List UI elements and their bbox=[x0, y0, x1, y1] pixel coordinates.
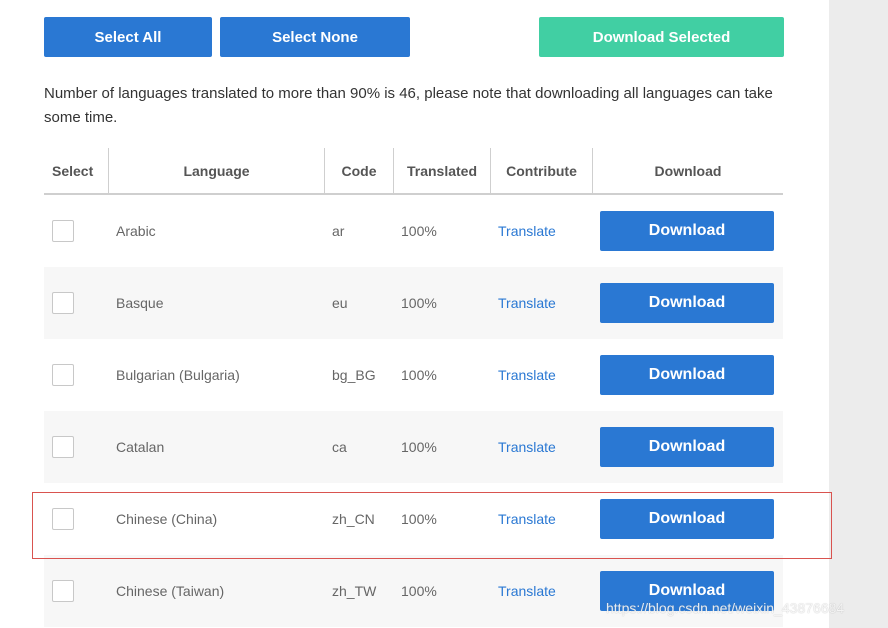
translate-link[interactable]: Translate bbox=[498, 583, 556, 599]
select-none-button[interactable]: Select None bbox=[220, 17, 410, 57]
row-select-checkbox[interactable] bbox=[52, 364, 74, 386]
translated-percent: 100% bbox=[401, 295, 437, 311]
languages-notice: Number of languages translated to more t… bbox=[44, 85, 773, 126]
language-name: Chinese (Taiwan) bbox=[116, 583, 225, 599]
table-row: Bulgarian (Bulgaria) bg_BG 100% Translat… bbox=[44, 339, 783, 411]
language-name: Basque bbox=[116, 295, 164, 311]
table-body: Arabic ar 100% Translate Download Basque… bbox=[44, 195, 783, 627]
language-code: eu bbox=[332, 295, 348, 311]
translate-link[interactable]: Translate bbox=[498, 295, 556, 311]
right-gutter bbox=[829, 0, 888, 628]
header-select: Select bbox=[52, 162, 94, 179]
translated-percent: 100% bbox=[401, 439, 437, 455]
table-header: Select Language Code Translated Contribu… bbox=[44, 148, 783, 195]
download-button[interactable]: Download bbox=[600, 427, 774, 467]
translated-percent: 100% bbox=[401, 367, 437, 383]
translated-percent: 100% bbox=[401, 511, 437, 527]
download-button[interactable]: Download bbox=[600, 211, 774, 251]
language-code: bg_BG bbox=[332, 367, 376, 383]
table-row: Chinese (China) zh_CN 100% Translate Dow… bbox=[44, 483, 783, 555]
language-name: Chinese (China) bbox=[116, 511, 218, 527]
download-button[interactable]: Download bbox=[600, 355, 774, 395]
header-contribute: Contribute bbox=[490, 148, 592, 193]
translated-percent: 100% bbox=[401, 583, 437, 599]
table-row: Arabic ar 100% Translate Download bbox=[44, 195, 783, 267]
watermark-text: https://blog.csdn.net/weixin_43876684 bbox=[606, 600, 845, 616]
language-code: ca bbox=[332, 439, 347, 455]
translated-percent: 100% bbox=[401, 223, 437, 239]
table-row: Basque eu 100% Translate Download bbox=[44, 267, 783, 339]
download-button[interactable]: Download bbox=[600, 283, 774, 323]
row-select-checkbox[interactable] bbox=[52, 292, 74, 314]
table-row: Chinese (Taiwan) zh_TW 100% Translate Do… bbox=[44, 555, 783, 627]
header-language: Language bbox=[108, 148, 324, 193]
header-download: Download bbox=[592, 148, 783, 193]
row-select-checkbox[interactable] bbox=[52, 436, 74, 458]
row-select-checkbox[interactable] bbox=[52, 580, 74, 602]
translate-link[interactable]: Translate bbox=[498, 439, 556, 455]
languages-table: Select Language Code Translated Contribu… bbox=[44, 148, 783, 627]
translate-link[interactable]: Translate bbox=[498, 367, 556, 383]
header-code: Code bbox=[324, 148, 393, 193]
language-name: Catalan bbox=[116, 439, 165, 455]
language-name: Arabic bbox=[116, 223, 156, 239]
language-name: Bulgarian (Bulgaria) bbox=[116, 367, 240, 383]
language-code: zh_CN bbox=[332, 511, 375, 527]
download-button[interactable]: Download bbox=[600, 499, 774, 539]
header-translated: Translated bbox=[393, 148, 490, 193]
translate-link[interactable]: Translate bbox=[498, 223, 556, 239]
translate-link[interactable]: Translate bbox=[498, 511, 556, 527]
select-all-button[interactable]: Select All bbox=[44, 17, 212, 57]
row-select-checkbox[interactable] bbox=[52, 508, 74, 530]
language-code: ar bbox=[332, 223, 345, 239]
table-row: Catalan ca 100% Translate Download bbox=[44, 411, 783, 483]
download-selected-button[interactable]: Download Selected bbox=[539, 17, 784, 57]
row-select-checkbox[interactable] bbox=[52, 220, 74, 242]
language-code: zh_TW bbox=[332, 583, 377, 599]
